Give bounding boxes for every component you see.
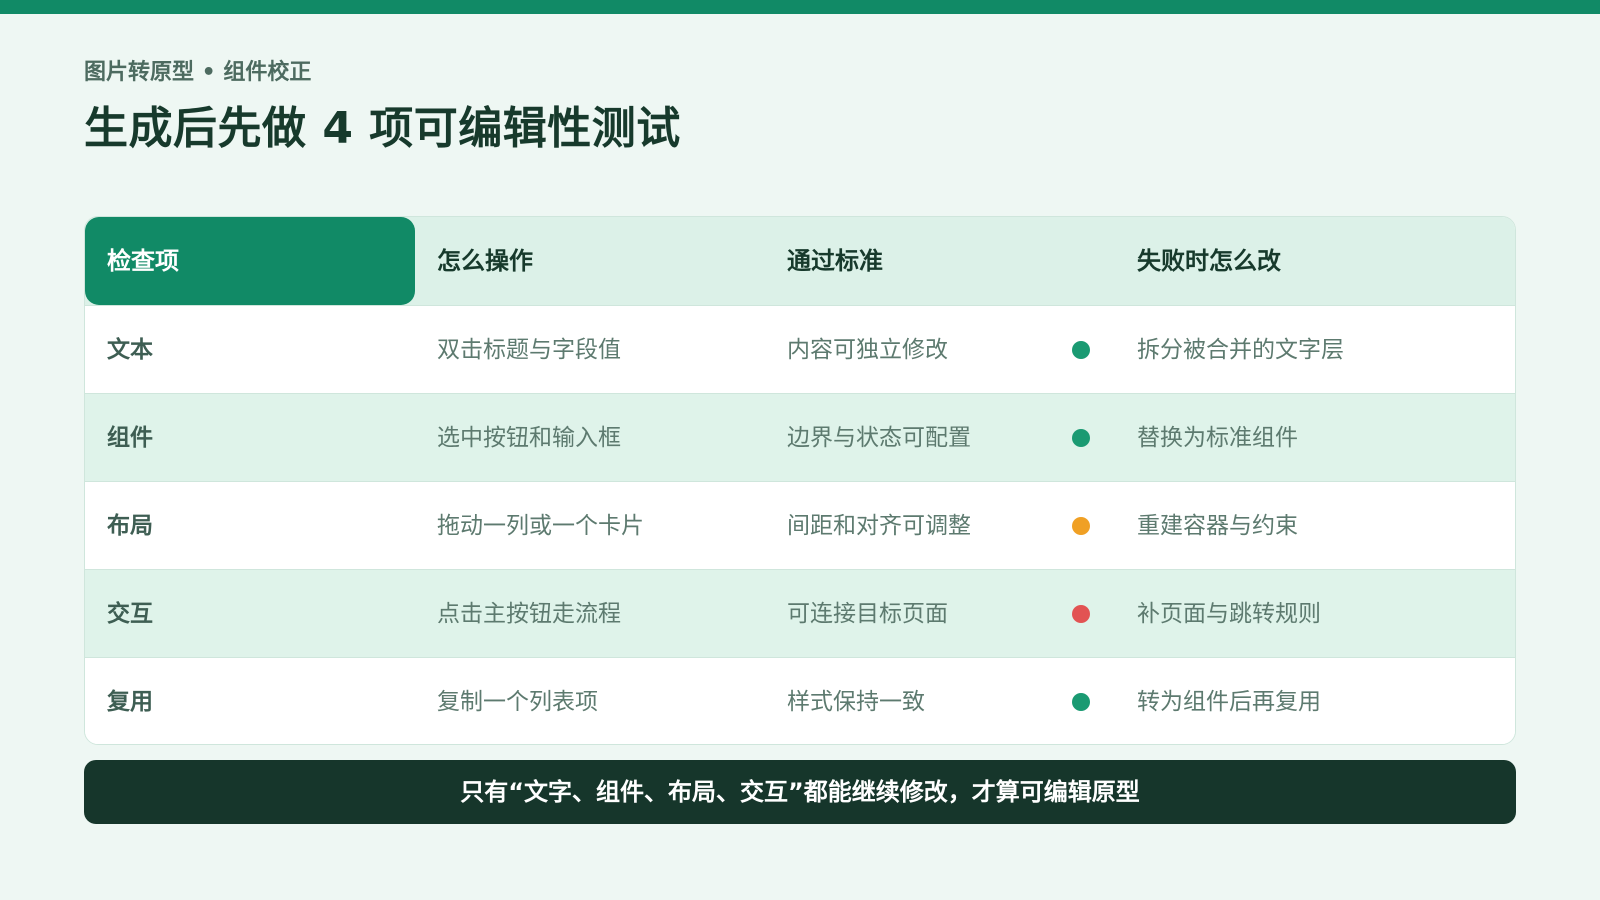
row-item: 交互 [107, 601, 153, 627]
row-action: 复制一个列表项 [437, 689, 598, 715]
table-row: 复用 复制一个列表项 样式保持一致 转为组件后再复用 [85, 657, 1515, 744]
table-row: 组件 选中按钮和输入框 边界与状态可配置 替换为标准组件 [85, 393, 1515, 481]
column-header-item: 检查项 [107, 247, 179, 275]
column-header-action: 怎么操作 [437, 247, 533, 275]
page-title: 生成后先做 4 项可编辑性测试 [84, 103, 681, 154]
top-accent-bar [0, 0, 1600, 14]
status-dot-icon [1072, 517, 1090, 535]
table-row: 布局 拖动一列或一个卡片 间距和对齐可调整 重建容器与约束 [85, 481, 1515, 569]
row-standard: 内容可独立修改 [787, 337, 948, 363]
row-action: 拖动一列或一个卡片 [437, 513, 644, 539]
status-dot-icon [1072, 429, 1090, 447]
checklist-table: 检查项 怎么操作 通过标准 失败时怎么改 文本 双击标题与字段值 内容可独立修改… [84, 216, 1516, 745]
status-dot-icon [1072, 341, 1090, 359]
summary-banner: 只有“文字、组件、布局、交互”都能继续修改，才算可编辑原型 [84, 760, 1516, 824]
eyebrow-label: 图片转原型 • 组件校正 [84, 60, 312, 85]
row-fix: 补页面与跳转规则 [1137, 601, 1321, 627]
row-fix: 替换为标准组件 [1137, 425, 1298, 451]
column-header-standard: 通过标准 [787, 247, 883, 275]
row-standard: 间距和对齐可调整 [787, 513, 971, 539]
row-item: 布局 [107, 513, 153, 539]
row-fix: 重建容器与约束 [1137, 513, 1298, 539]
row-action: 选中按钮和输入框 [437, 425, 621, 451]
row-fix: 拆分被合并的文字层 [1137, 337, 1344, 363]
status-dot-icon [1072, 605, 1090, 623]
row-item: 文本 [107, 337, 153, 363]
table-header-row: 检查项 怎么操作 通过标准 失败时怎么改 [85, 217, 1515, 305]
row-fix: 转为组件后再复用 [1137, 689, 1321, 715]
column-header-fix: 失败时怎么改 [1137, 247, 1281, 275]
row-action: 双击标题与字段值 [437, 337, 621, 363]
table-row: 交互 点击主按钮走流程 可连接目标页面 补页面与跳转规则 [85, 569, 1515, 657]
row-standard: 样式保持一致 [787, 689, 925, 715]
table-row: 文本 双击标题与字段值 内容可独立修改 拆分被合并的文字层 [85, 305, 1515, 393]
row-standard: 边界与状态可配置 [787, 425, 971, 451]
row-standard: 可连接目标页面 [787, 601, 948, 627]
row-action: 点击主按钮走流程 [437, 601, 621, 627]
row-item: 组件 [107, 425, 153, 451]
status-dot-icon [1072, 693, 1090, 711]
row-item: 复用 [107, 689, 153, 715]
